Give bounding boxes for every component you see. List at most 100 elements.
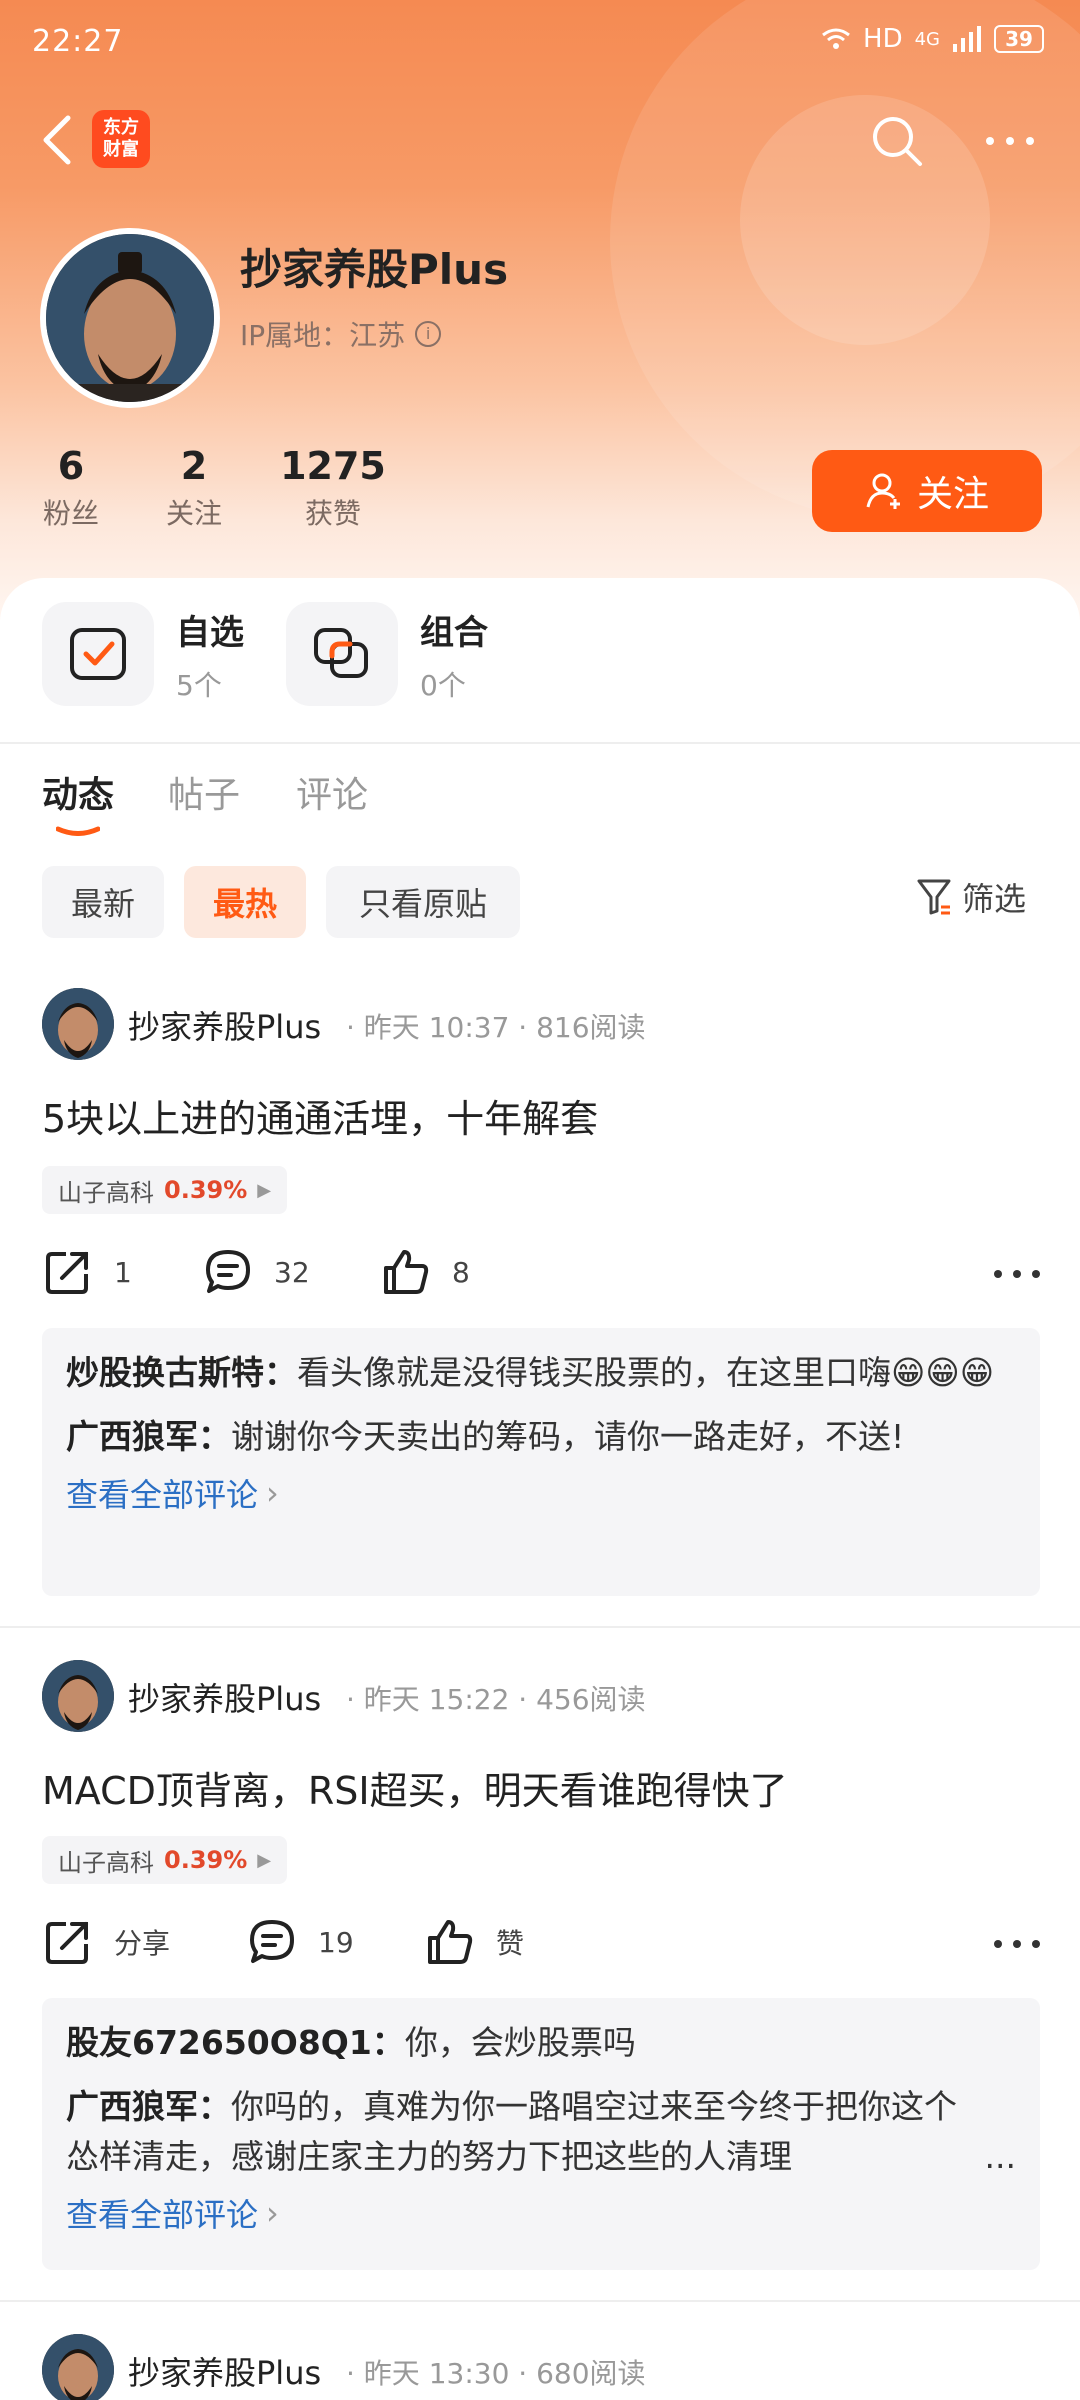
- portfolio-count: 0个: [420, 668, 466, 702]
- ip-location-text: IP属地：江苏: [240, 319, 406, 352]
- stock-name: 山子高科: [58, 1848, 154, 1877]
- post-meta: · 昨天 10:37 · 816阅读: [346, 1011, 646, 1044]
- logo-text: 财富: [103, 139, 139, 160]
- comment-item[interactable]: 广西狼军：谢谢你今天卖出的筹码，请你一路走好，不送!: [66, 1412, 1016, 1462]
- triangle-right-icon: ▶: [257, 1179, 272, 1201]
- stat-label: 关注: [165, 497, 222, 530]
- stat-likes[interactable]: 1275 获赞: [280, 444, 386, 532]
- post-content[interactable]: MACD顶背离，RSI超买，明天看谁跑得快了: [42, 1760, 788, 1815]
- ip-location: IP属地：江苏 i: [240, 314, 442, 354]
- stat-label: 获赞: [304, 497, 361, 530]
- post-author[interactable]: 抄家养股Plus: [128, 1002, 321, 1048]
- follow-button[interactable]: 关注: [812, 450, 1042, 532]
- filter-latest[interactable]: 最新: [42, 866, 164, 938]
- view-all-comments[interactable]: 查看全部评论 ›: [66, 1470, 1016, 1516]
- filter-button[interactable]: 筛选: [916, 874, 1026, 920]
- comment-user: 广西狼军：: [66, 1417, 231, 1456]
- post-author[interactable]: 抄家养股Plus: [128, 1674, 321, 1720]
- comment-icon: [206, 1250, 250, 1293]
- watchlist-title: 自选: [176, 612, 244, 653]
- stat-value: 2: [180, 444, 208, 488]
- tab-comments[interactable]: 评论: [296, 766, 368, 818]
- view-all-label: 查看全部评论: [66, 2196, 259, 2234]
- thumbs-up-icon: [428, 1920, 473, 1964]
- post-avatar[interactable]: [42, 2334, 114, 2400]
- like-action[interactable]: 赞: [426, 1918, 524, 1966]
- battery-icon: 39: [994, 25, 1044, 53]
- post-content[interactable]: 5块以上进的通通活埋，十年解套: [42, 1088, 598, 1143]
- network-label: HD: [863, 24, 903, 54]
- view-all-comments[interactable]: 查看全部评论 ›: [66, 2190, 1016, 2236]
- stock-tag[interactable]: 山子高科 0.39% ▶: [42, 1166, 288, 1214]
- post-author[interactable]: 抄家养股Plus: [128, 2348, 321, 2394]
- divider: [0, 2300, 1080, 2302]
- post-more-icon[interactable]: [992, 1934, 1042, 1954]
- info-icon[interactable]: i: [415, 321, 442, 347]
- comment-icon: [250, 1920, 294, 1963]
- comment-action[interactable]: 32: [204, 1248, 310, 1296]
- comment-item[interactable]: 炒股换古斯特：看头像就是没得钱买股票的，在这里口嗨😁😁😁: [66, 1348, 1016, 1398]
- stat-fans[interactable]: 6 粉丝: [40, 444, 102, 532]
- profile-name: 抄家养股Plus: [240, 245, 509, 294]
- portfolio-entry[interactable]: 组合 0个: [286, 602, 488, 706]
- signal-icon: [953, 26, 981, 52]
- comment-action[interactable]: 19: [248, 1918, 354, 1966]
- status-bar: 22:27 HD 4G 39: [0, 0, 1080, 84]
- portfolio-icon: [286, 602, 398, 706]
- portfolio-title: 组合: [420, 612, 488, 653]
- comment-user: 广西狼军：: [66, 2087, 231, 2126]
- tab-posts[interactable]: 帖子: [168, 766, 240, 818]
- status-time: 22:27: [32, 24, 124, 59]
- thumbs-up-icon: [384, 1250, 429, 1294]
- like-count: 8: [452, 1255, 470, 1289]
- filter-original-only[interactable]: 只看原贴: [326, 866, 520, 938]
- post-meta: · 昨天 13:30 · 680阅读: [346, 2357, 646, 2390]
- post-avatar[interactable]: [42, 1660, 114, 1732]
- share-count: 1: [114, 1255, 132, 1289]
- more-icon[interactable]: [980, 118, 1040, 164]
- triangle-right-icon: ▶: [257, 1849, 272, 1871]
- comment-user: 股友672650O8Q1：: [66, 2023, 405, 2062]
- filter-icon: [917, 879, 951, 915]
- watchlist-count: 5个: [176, 668, 222, 702]
- stat-following[interactable]: 2 关注: [162, 444, 226, 532]
- chevron-right-icon: ›: [266, 2194, 279, 2232]
- wifi-icon: [822, 28, 850, 49]
- share-icon: [46, 1922, 88, 1964]
- back-arrow-icon[interactable]: [36, 112, 86, 168]
- watchlist-icon: [42, 602, 154, 706]
- divider: [0, 1626, 1080, 1628]
- comment-count: 19: [318, 1925, 354, 1959]
- comment-item[interactable]: 广西狼军：你吗的，真难为你一路唱空过来至今终于把你这个怂样清走，感谢庄家主力的努…: [66, 2082, 1016, 2182]
- comment-user: 炒股换古斯特：: [66, 1353, 297, 1392]
- comment-text: 谢谢你今天卖出的筹码，请你一路走好，不送!: [231, 1417, 905, 1456]
- share-icon: [46, 1252, 88, 1294]
- stock-tag[interactable]: 山子高科 0.39% ▶: [42, 1836, 288, 1884]
- avatar[interactable]: [40, 228, 220, 408]
- share-action[interactable]: 分享: [44, 1918, 170, 1966]
- comment-preview: 炒股换古斯特：看头像就是没得钱买股票的，在这里口嗨😁😁😁 广西狼军：谢谢你今天卖…: [42, 1328, 1040, 1596]
- stat-label: 粉丝: [42, 497, 99, 530]
- comment-item[interactable]: 股友672650O8Q1：你，会炒股票吗: [66, 2018, 1016, 2068]
- chevron-right-icon: ›: [266, 1474, 279, 1512]
- like-action[interactable]: 8: [382, 1248, 470, 1296]
- stock-change: 0.39%: [164, 1176, 248, 1204]
- status-icons: HD 4G 39: [821, 24, 1044, 54]
- share-action[interactable]: 1: [44, 1248, 132, 1296]
- filter-hottest[interactable]: 最热: [184, 866, 306, 938]
- stock-change: 0.39%: [164, 1846, 248, 1874]
- post-avatar[interactable]: [42, 988, 114, 1060]
- comment-count: 32: [274, 1255, 310, 1289]
- search-icon[interactable]: [868, 112, 926, 170]
- divider: [0, 742, 1080, 744]
- filter-label: 筛选: [962, 880, 1027, 918]
- watchlist-entry[interactable]: 自选 5个: [42, 602, 244, 706]
- like-label: 赞: [496, 1927, 525, 1960]
- ellipsis: ...: [984, 2137, 1016, 2176]
- tab-activity[interactable]: 动态: [42, 766, 114, 818]
- post-more-icon[interactable]: [992, 1264, 1042, 1284]
- follow-label: 关注: [916, 474, 989, 515]
- tab-indicator: [56, 826, 100, 836]
- add-user-icon: [866, 473, 900, 509]
- signal-label: 4G: [914, 28, 940, 50]
